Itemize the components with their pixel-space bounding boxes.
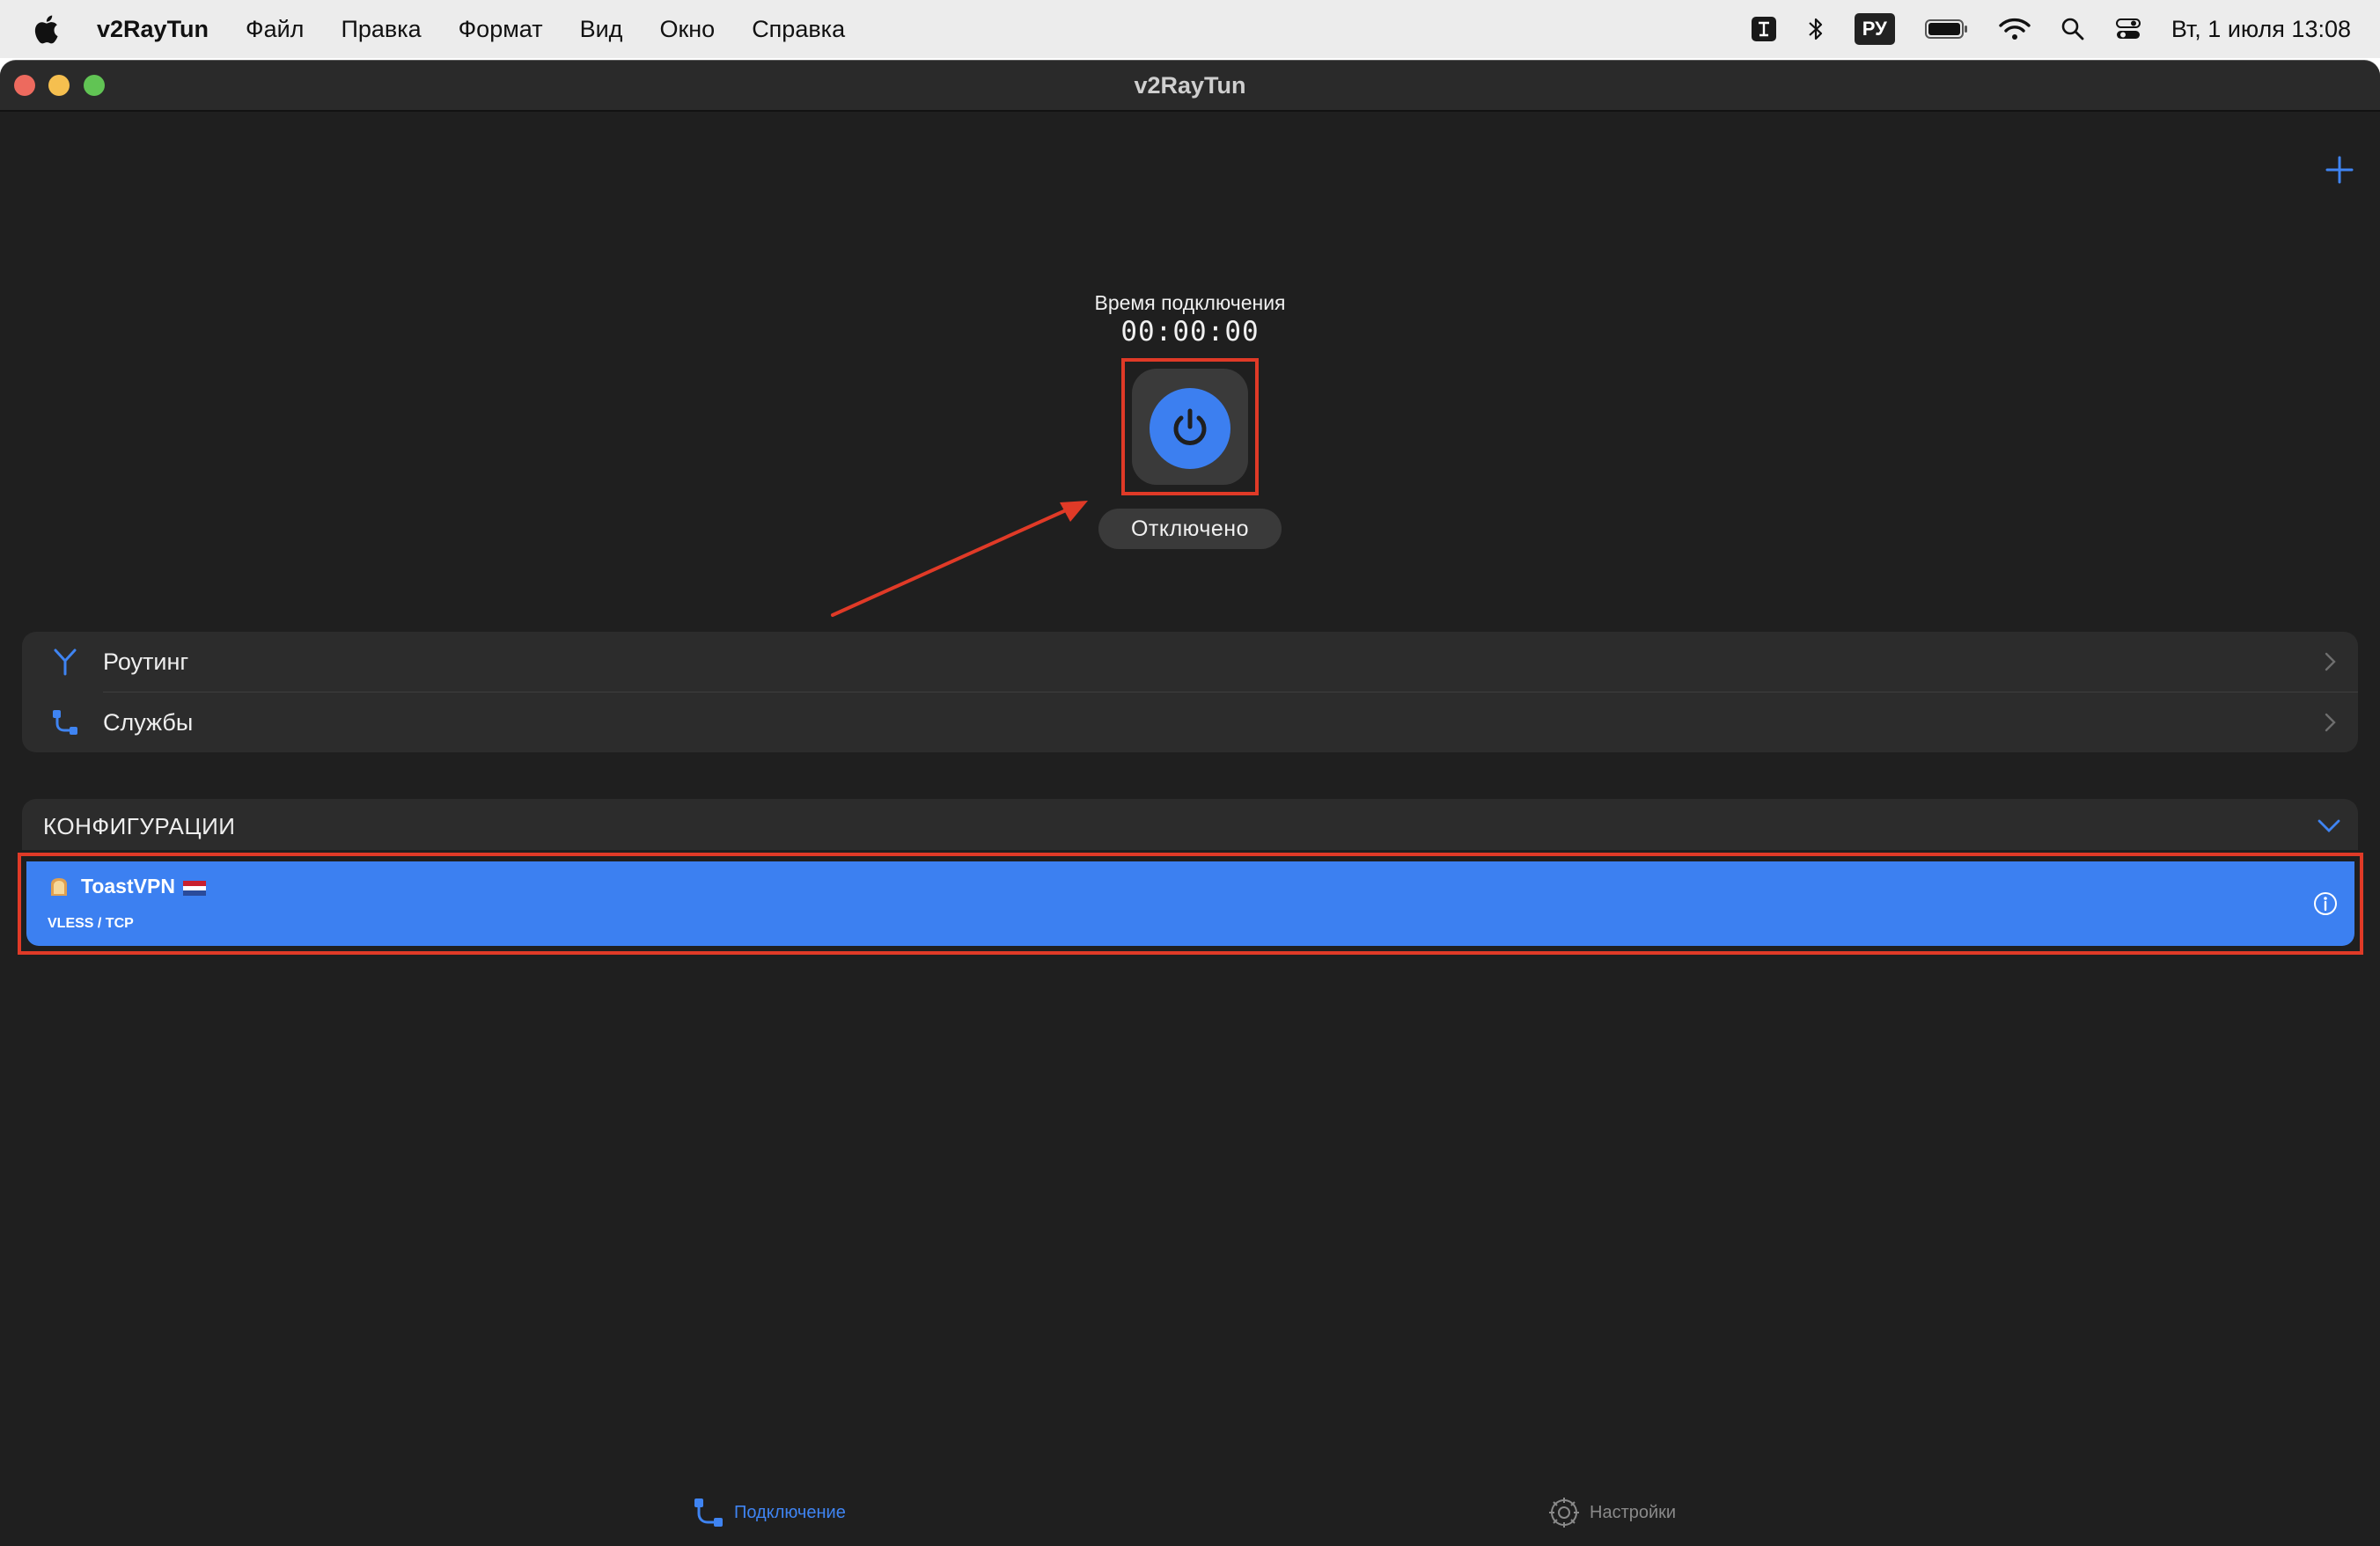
annotation-arrow xyxy=(831,501,1088,617)
connection-time-label: Время подключения xyxy=(1094,291,1286,314)
add-config-button[interactable] xyxy=(2322,152,2357,187)
battery-icon[interactable] xyxy=(1924,18,1969,40)
power-icon xyxy=(1173,408,1207,445)
config-name: ToastVPN xyxy=(81,875,175,898)
configurations-title: КОНФИГУРАЦИИ xyxy=(43,813,236,839)
menu-help[interactable]: Справка xyxy=(752,16,845,43)
list-item-routing[interactable]: Роутинг xyxy=(22,632,2358,692)
settings-list: Роутинг Службы xyxy=(22,632,2358,752)
netherlands-flag-icon xyxy=(183,881,206,896)
chevron-down-icon[interactable] xyxy=(2316,815,2342,836)
list-item-label: Службы xyxy=(103,708,194,736)
tab-connection[interactable]: Подключение xyxy=(692,1493,846,1532)
input-language-badge[interactable]: РУ xyxy=(1854,13,1895,45)
window-title: v2RayTun xyxy=(1134,72,1246,99)
menu-bar: v2RayTun Файл Правка Формат Вид Окно Спр… xyxy=(0,0,2380,58)
tab-connection-label: Подключение xyxy=(734,1502,846,1522)
control-center-icon[interactable] xyxy=(2115,17,2141,41)
menubar-clock[interactable]: Вт, 1 июля 13:08 xyxy=(2171,16,2351,43)
toast-emoji-icon xyxy=(51,878,67,896)
bluetooth-icon[interactable] xyxy=(1807,16,1825,42)
menu-app-name[interactable]: v2RayTun xyxy=(97,16,209,43)
menu-window[interactable]: Окно xyxy=(659,16,715,43)
menu-file[interactable]: Файл xyxy=(246,16,304,43)
text-input-icon[interactable] xyxy=(1751,16,1777,42)
apple-icon[interactable] xyxy=(33,11,63,47)
menu-view[interactable]: Вид xyxy=(580,16,623,43)
tab-settings-label: Настройки xyxy=(1590,1502,1677,1522)
menu-format[interactable]: Формат xyxy=(459,16,543,43)
tab-settings[interactable]: Настройки xyxy=(1547,1493,1676,1532)
menu-edit[interactable]: Правка xyxy=(341,16,421,43)
configurations-header[interactable]: КОНФИГУРАЦИИ xyxy=(22,799,2358,850)
connection-timer: 00:00:00 xyxy=(1120,316,1260,348)
chevron-right-icon xyxy=(2325,713,2336,732)
power-button-highlight xyxy=(1121,358,1259,495)
plus-icon xyxy=(2325,156,2354,184)
gear-icon xyxy=(1549,1498,1579,1528)
routing-icon xyxy=(47,643,84,680)
config-item[interactable]: ToastVPN VLESS / TCP xyxy=(26,861,2354,946)
chevron-right-icon xyxy=(2325,652,2336,671)
config-protocol: VLESS / TCP xyxy=(48,916,134,931)
power-button[interactable] xyxy=(1150,388,1230,469)
info-icon[interactable] xyxy=(2312,890,2339,917)
connection-status-badge: Отключено xyxy=(1098,509,1282,549)
wifi-icon[interactable] xyxy=(1999,17,2031,41)
window-titlebar[interactable]: v2RayTun xyxy=(0,61,2380,112)
list-item-services[interactable]: Службы xyxy=(22,692,2358,752)
connection-icon xyxy=(694,1498,723,1527)
list-item-label: Роутинг xyxy=(103,648,189,675)
config-highlight: ToastVPN VLESS / TCP xyxy=(18,853,2363,955)
services-icon xyxy=(47,704,84,741)
power-button-tile[interactable] xyxy=(1132,369,1248,485)
app-window: v2RayTun Время подключения 00:00:00 Откл… xyxy=(0,60,2380,1546)
search-icon[interactable] xyxy=(2060,17,2085,41)
